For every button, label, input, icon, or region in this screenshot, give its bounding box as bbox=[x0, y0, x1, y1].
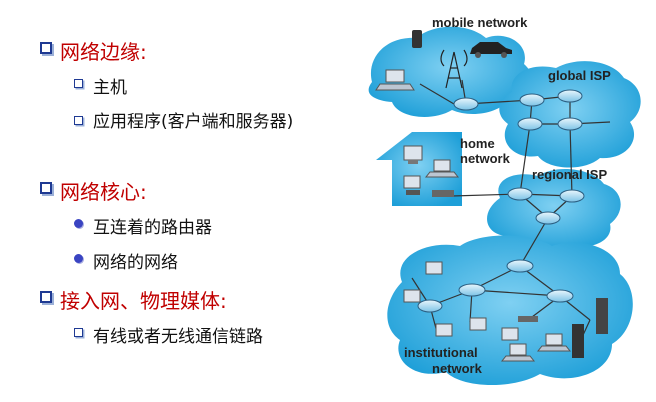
home-network-label-1: home bbox=[460, 136, 495, 151]
network-diagram: mobile network global ISP home network r… bbox=[368, 15, 641, 386]
desktop-icon bbox=[501, 327, 519, 341]
wireless-router-icon bbox=[518, 316, 538, 322]
home-network-label-2: network bbox=[460, 151, 511, 166]
desktop-icon bbox=[425, 261, 443, 275]
router-icon bbox=[559, 189, 585, 203]
router-icon bbox=[517, 117, 543, 131]
desktop-icon bbox=[403, 289, 421, 303]
wireless-router-icon bbox=[432, 190, 454, 197]
router-icon bbox=[557, 89, 583, 103]
phone-icon bbox=[412, 30, 422, 48]
global-isp-label: global ISP bbox=[548, 68, 611, 83]
mobile-network-label: mobile network bbox=[432, 15, 528, 30]
router-icon bbox=[507, 187, 533, 201]
regional-isp-label: regional ISP bbox=[532, 167, 607, 182]
router-icon bbox=[519, 93, 545, 107]
router-icon bbox=[506, 259, 534, 273]
router-icon bbox=[417, 299, 443, 313]
institutional-network-label-2: network bbox=[432, 361, 483, 376]
router-icon bbox=[453, 97, 479, 111]
router-icon bbox=[458, 283, 486, 297]
router-icon bbox=[557, 117, 583, 131]
router-icon bbox=[535, 211, 561, 225]
desktop-icon bbox=[469, 317, 487, 331]
desktop-icon bbox=[403, 175, 421, 195]
institutional-network-label-1: institutional bbox=[404, 345, 478, 360]
desktop-icon bbox=[435, 323, 453, 337]
router-icon bbox=[546, 289, 574, 303]
